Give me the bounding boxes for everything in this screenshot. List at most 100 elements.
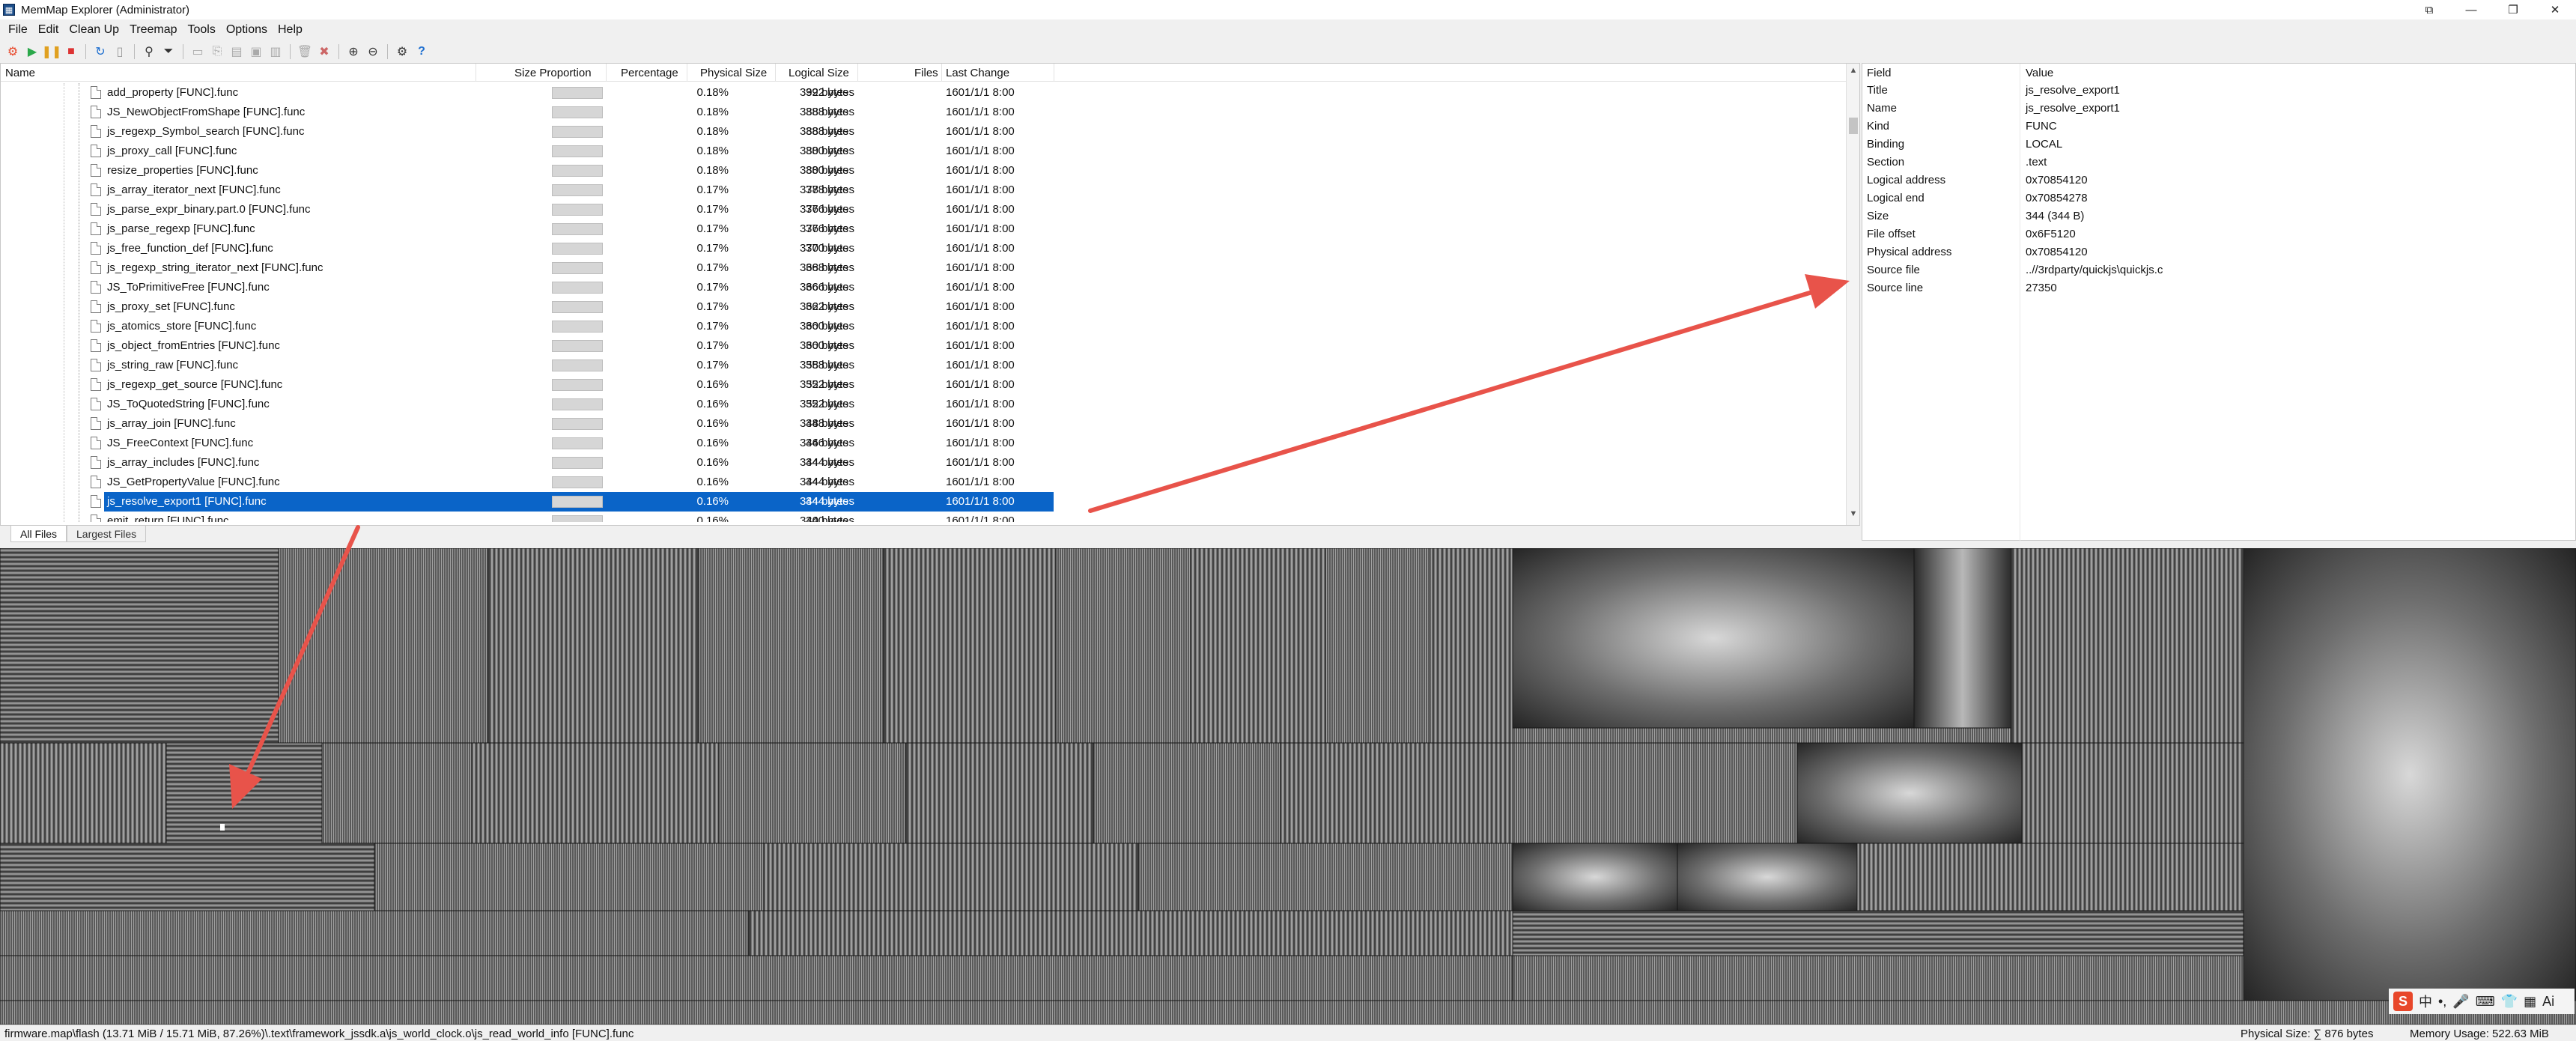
refresh-icon[interactable]: ↻	[92, 43, 109, 60]
treemap-block[interactable]	[1677, 843, 1858, 911]
treemap-block[interactable]	[2243, 548, 2576, 1001]
table-row[interactable]: js_free_function_def [FUNC].func 0.17% 370…	[1, 239, 1846, 258]
property-row[interactable]: Size 344 (344 B)	[1862, 207, 2574, 225]
treemap-block[interactable]	[2021, 742, 2244, 844]
property-row[interactable]: Source line 27350	[1862, 279, 2574, 297]
terminal-icon[interactable]: ▣	[248, 43, 264, 60]
delete-icon[interactable]: ✖	[316, 43, 332, 60]
treemap-block[interactable]	[2011, 548, 2244, 744]
paste-icon[interactable]: ▤	[228, 43, 245, 60]
zoom-in-icon[interactable]: ⊕	[345, 43, 362, 60]
restore-button[interactable]: ❐	[2492, 0, 2534, 19]
treemap-canvas[interactable]	[0, 548, 2576, 1025]
treemap-block[interactable]	[471, 742, 720, 844]
table-row[interactable]: js_regexp_Symbol_search [FUNC].func 0.18%…	[1, 122, 1846, 142]
table-row[interactable]: js_regexp_string_iterator_next [FUNC].fu…	[1, 258, 1846, 278]
table-row[interactable]: js_string_raw [FUNC].func 0.17% 358 bytes 3…	[1, 356, 1846, 375]
treemap-block[interactable]	[1512, 955, 2244, 1001]
column-divider[interactable]	[775, 64, 776, 82]
table-row[interactable]: js_array_iterator_next [FUNC].func 0.17% 3…	[1, 180, 1846, 200]
treemap-block[interactable]	[0, 910, 750, 956]
property-row[interactable]: Source file ..//3rdparty/quickjs\quickjs.…	[1862, 261, 2574, 279]
table-row[interactable]: JS_NewObjectFromShape [FUNC].func 0.18% 38…	[1, 103, 1846, 122]
table-row[interactable]: js_atomics_store [FUNC].func 0.17% 360 byt…	[1, 317, 1846, 336]
table-row[interactable]: add_property [FUNC].func 0.18% 392 bytes 39…	[1, 83, 1846, 103]
treemap-block[interactable]	[1093, 742, 1281, 844]
pause-icon[interactable]: ❚❚	[42, 43, 62, 60]
property-row[interactable]: Kind FUNC	[1862, 118, 2574, 136]
table-row[interactable]: js_object_fromEntries [FUNC].func 0.17% 36…	[1, 336, 1846, 356]
property-row[interactable]: Physical address 0x70854120	[1862, 243, 2574, 261]
tab-all-files[interactable]: All Files	[10, 526, 67, 542]
ime-mode[interactable]: 中	[2419, 992, 2432, 1011]
column-name[interactable]: Name	[5, 67, 35, 79]
page-icon[interactable]: ▯	[112, 43, 128, 60]
table-row-selected[interactable]: js_resolve_export1 [FUNC].func 0.16% 344 b…	[1, 492, 1846, 512]
menu-help[interactable]: Help	[273, 23, 308, 37]
column-last-change[interactable]: Last Change	[946, 67, 1009, 79]
list-scrollbar[interactable]: ▲ ▼	[1846, 64, 1859, 525]
property-row[interactable]: Binding LOCAL	[1862, 136, 2574, 154]
filter-icon[interactable]: ⏷	[160, 43, 177, 60]
menu-treemap[interactable]: Treemap	[124, 23, 182, 37]
treemap-block[interactable]	[1512, 843, 1678, 911]
ime-ai[interactable]: Ai	[2542, 994, 2554, 1010]
treemap-block[interactable]	[0, 843, 375, 911]
menu-file[interactable]: File	[3, 23, 33, 37]
skin-icon[interactable]: 👕	[2501, 994, 2518, 1010]
property-row[interactable]: File offset 0x6F5120	[1862, 225, 2574, 243]
table-row[interactable]: resize_properties [FUNC].func 0.18% 380 by…	[1, 161, 1846, 180]
treemap-block[interactable]	[1280, 742, 1513, 844]
treemap-block[interactable]	[1796, 742, 2023, 844]
column-files[interactable]: Files	[914, 67, 938, 79]
play-icon[interactable]: ▶	[24, 43, 40, 60]
treemap-block[interactable]	[1055, 548, 1191, 744]
sogou-logo-icon[interactable]: S	[2393, 992, 2413, 1011]
keyboard-icon[interactable]: ⌨	[2476, 994, 2495, 1010]
treemap-block[interactable]	[165, 742, 323, 844]
table-row[interactable]: JS_FreeContext [FUNC].func 0.16% 346 bytes…	[1, 434, 1846, 453]
toolbox-icon[interactable]: ▦	[2524, 994, 2536, 1010]
table-row[interactable]: js_regexp_get_source [FUNC].func 0.16% 352…	[1, 375, 1846, 395]
treemap-block[interactable]	[1325, 548, 1431, 744]
open-icon[interactable]: ▭	[189, 43, 206, 60]
scroll-up-icon[interactable]: ▲	[1847, 64, 1860, 77]
search-icon[interactable]: ⚲	[141, 43, 157, 60]
column-percentage[interactable]: Percentage	[621, 67, 678, 79]
treemap-block[interactable]	[374, 843, 765, 911]
treemap-block[interactable]	[0, 742, 167, 844]
scroll-down-icon[interactable]: ▼	[1847, 507, 1860, 520]
gear-icon[interactable]: ⚙	[394, 43, 410, 60]
treemap-block[interactable]	[1137, 843, 1513, 911]
column-divider[interactable]	[941, 64, 942, 82]
treemap-block[interactable]	[718, 742, 907, 844]
punctuation-icon[interactable]: •,	[2438, 994, 2446, 1010]
stop-icon[interactable]: ■	[63, 43, 79, 60]
treemap-block[interactable]	[1430, 548, 1513, 744]
table-row[interactable]: js_array_join [FUNC].func 0.16% 348 bytes 3…	[1, 414, 1846, 434]
treemap-block[interactable]	[1512, 910, 2244, 956]
menu-options[interactable]: Options	[221, 23, 273, 37]
treemap-block[interactable]	[321, 742, 473, 844]
table-row[interactable]: JS_GetPropertyValue [FUNC].func 0.16% 344 …	[1, 473, 1846, 492]
column-divider[interactable]	[857, 64, 858, 82]
column-size-proportion[interactable]: Size Proportion	[514, 67, 592, 79]
treemap-block[interactable]	[1190, 548, 1326, 744]
menu-tools[interactable]: Tools	[183, 23, 221, 37]
scroll-thumb[interactable]	[1849, 118, 1858, 134]
copy-path-icon[interactable]: ⎘	[209, 43, 225, 60]
recycle-icon[interactable]: 🗑	[297, 43, 313, 60]
treemap-block[interactable]	[883, 548, 1057, 744]
properties-icon[interactable]: ▥	[267, 43, 284, 60]
table-row[interactable]: js_array_includes [FUNC].func 0.16% 344 by…	[1, 453, 1846, 473]
column-physical-size[interactable]: Physical Size	[700, 67, 767, 79]
table-row[interactable]: js_parse_expr_binary.part.0 [FUNC].func 0…	[1, 200, 1846, 219]
treemap-block[interactable]	[0, 955, 1513, 1001]
treemap-block[interactable]	[1913, 548, 2012, 729]
menu-clean-up[interactable]: Clean Up	[64, 23, 124, 37]
zoom-out-icon[interactable]: ⊖	[365, 43, 381, 60]
treemap-view[interactable]	[0, 548, 2576, 1025]
property-row[interactable]: Name js_resolve_export1	[1862, 100, 2574, 118]
treemap-block[interactable]	[905, 742, 1094, 844]
menu-edit[interactable]: Edit	[33, 23, 64, 37]
